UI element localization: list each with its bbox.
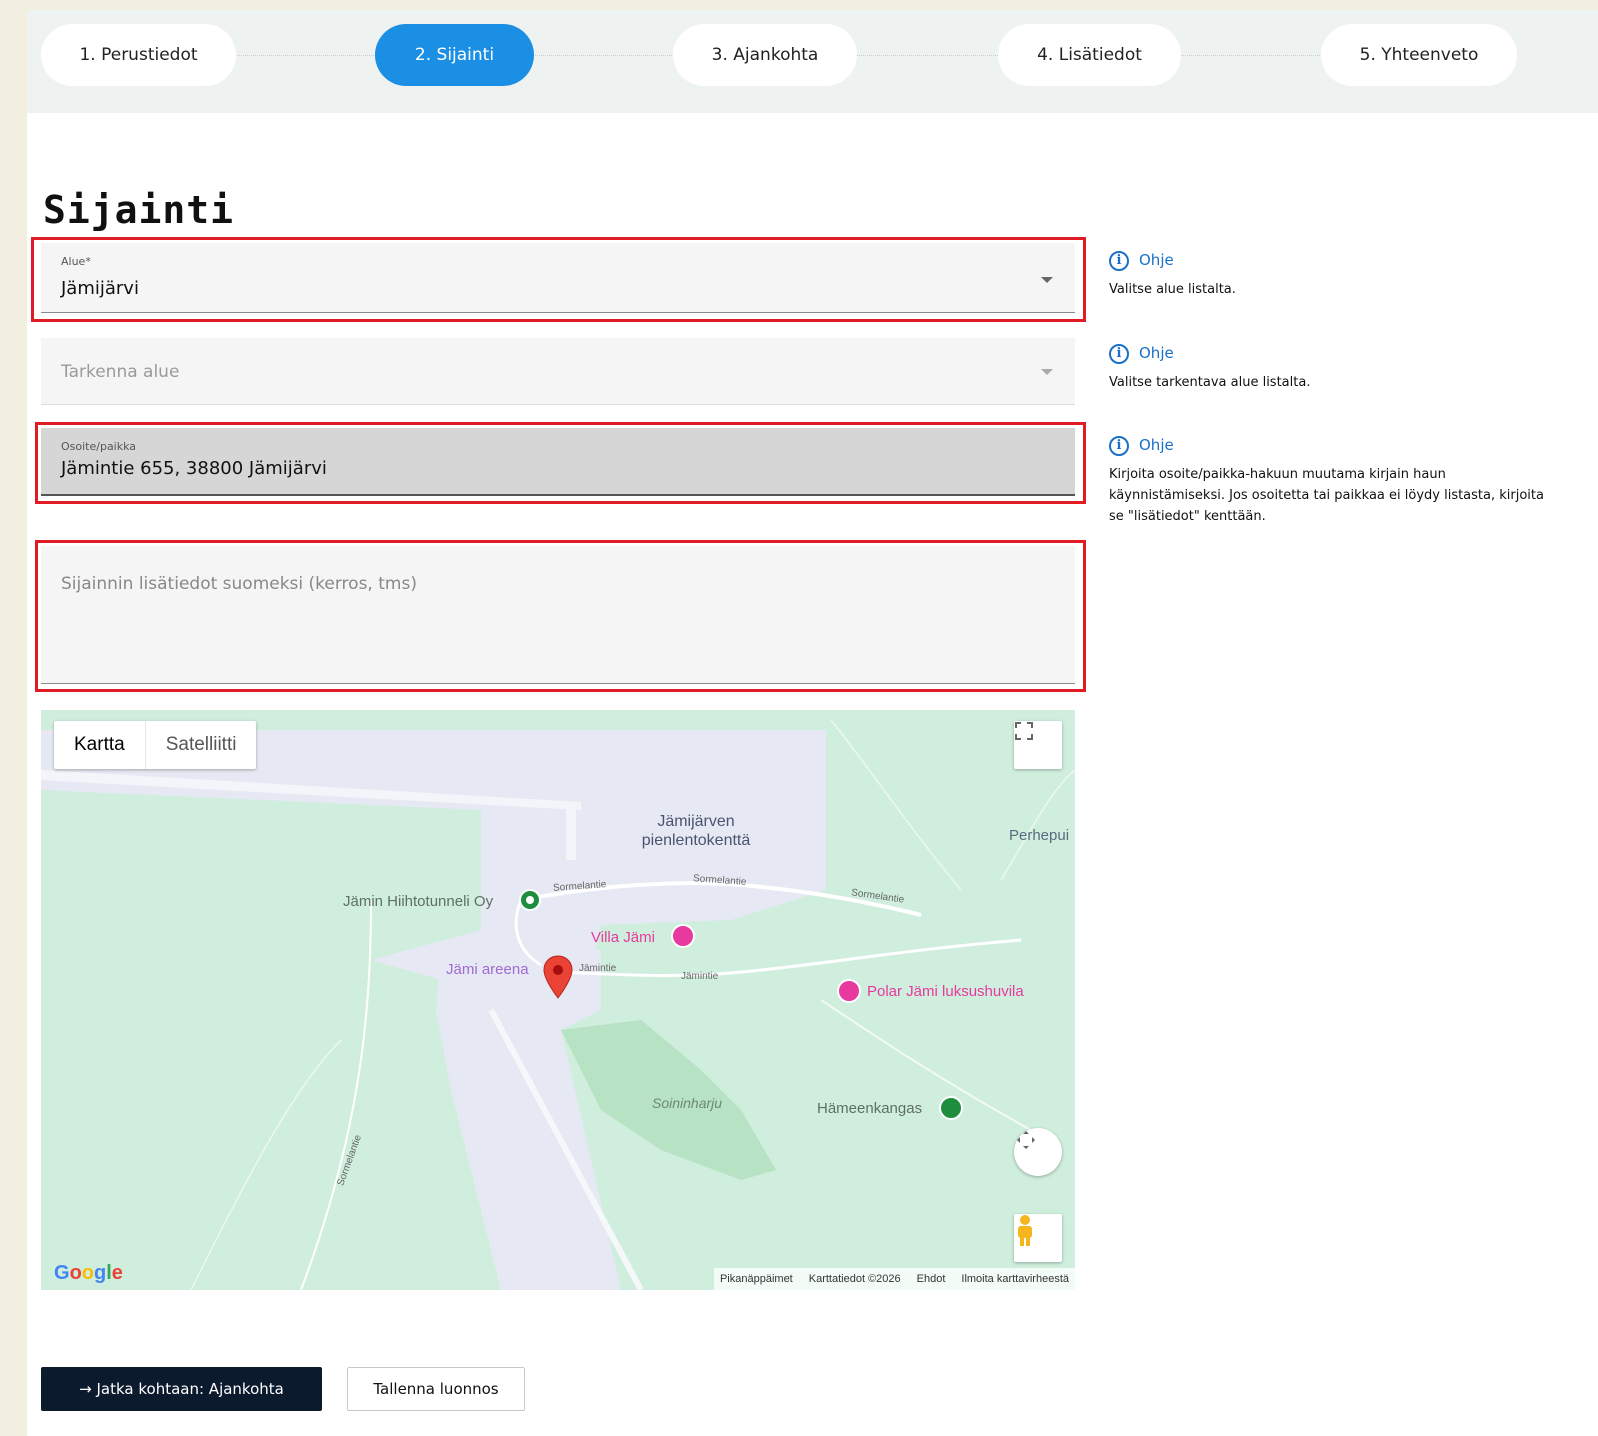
stepper: 1. Perustiedot 2. Sijainti 3. Ajankohta …: [27, 10, 1598, 113]
alue-value: Jämijärvi: [61, 278, 139, 299]
map-pan-control-icon[interactable]: [1014, 1128, 1062, 1176]
keyboard-shortcuts-link[interactable]: Pikanäppäimet: [720, 1273, 793, 1285]
help-text: Valitse tarkentava alue listalta.: [1109, 375, 1311, 390]
map-label-perhe: Perhepui: [1009, 827, 1070, 844]
save-draft-button[interactable]: Tallenna luonnos: [347, 1367, 525, 1411]
street-view-pegman-icon[interactable]: [1014, 1214, 1062, 1262]
google-logo: Google: [54, 1262, 123, 1284]
info-icon: i: [1109, 435, 1129, 456]
map-type-control: Kartta Satelliitti: [54, 721, 257, 769]
help-alue: i Ohje Valitse alue listalta.: [1109, 250, 1549, 300]
fullscreen-icon[interactable]: [1014, 721, 1062, 769]
ohje-link[interactable]: i Ohje: [1109, 435, 1549, 456]
info-icon: i: [1109, 250, 1129, 271]
map-label-hiihtotunneli: Jämin Hiihtotunneli Oy: [343, 893, 494, 910]
help-text: Valitse alue listalta.: [1109, 282, 1236, 297]
poi-tree-icon[interactable]: [939, 1096, 963, 1120]
chevron-down-icon: [1041, 369, 1053, 375]
map[interactable]: Kartta Satelliitti Jämijärven pienlentok…: [41, 710, 1075, 1290]
alue-select[interactable]: Alue* Jämijärvi: [41, 243, 1075, 313]
poi-green-icon[interactable]: [519, 889, 541, 911]
location-pin-icon[interactable]: [541, 954, 575, 1000]
page: 1. Perustiedot 2. Sijainti 3. Ajankohta …: [27, 10, 1598, 1436]
map-attribution: Pikanäppäimet Karttatiedot ©2026 Ehdot I…: [713, 1268, 1075, 1290]
chevron-down-icon: [1041, 277, 1053, 283]
tarkenna-alue-placeholder: Tarkenna alue: [61, 362, 180, 382]
terms-link[interactable]: Ehdot: [917, 1273, 946, 1285]
page-title: Sijainti: [43, 188, 235, 232]
map-label-airfield: Jämijärven pienlentokenttä: [641, 813, 751, 849]
ohje-link[interactable]: i Ohje: [1109, 343, 1549, 364]
step-perustiedot[interactable]: 1. Perustiedot: [41, 24, 236, 86]
map-label-areena: Jämi areena: [446, 961, 529, 978]
map-canvas: [41, 719, 1075, 1290]
map-label-soininharju: Soininharju: [652, 1095, 723, 1111]
step-ajankohta[interactable]: 3. Ajankohta: [673, 24, 857, 86]
alue-label: Alue*: [61, 255, 91, 268]
step-lisatiedot[interactable]: 4. Lisätiedot: [998, 24, 1181, 86]
map-label-polar: Polar Jämi luksushuvila: [867, 983, 1024, 1000]
step-yhteenveto[interactable]: 5. Yhteenveto: [1321, 24, 1517, 86]
info-icon: i: [1109, 343, 1129, 364]
osoite-value: Jämintie 655, 38800 Jämijärvi: [61, 458, 327, 479]
lisatiedot-textarea[interactable]: Sijainnin lisätiedot suomeksi (kerros, t…: [41, 546, 1075, 684]
map-label-villa: Villa Jämi: [591, 929, 655, 946]
osoite-input[interactable]: Osoite/paikka Jämintie 655, 38800 Jämijä…: [41, 428, 1075, 496]
road-label: Jämintie: [579, 963, 617, 974]
map-label-hameenkangas: Hämeenkangas: [817, 1100, 923, 1117]
map-type-map-button[interactable]: Kartta: [54, 721, 145, 769]
ohje-link[interactable]: i Ohje: [1109, 250, 1549, 271]
help-text: Kirjoita osoite/paikka-hakuun muutama ki…: [1109, 467, 1544, 524]
poi-hotel-icon[interactable]: [671, 924, 695, 948]
lisatiedot-placeholder: Sijainnin lisätiedot suomeksi (kerros, t…: [61, 574, 417, 594]
poi-hotel-icon[interactable]: [837, 979, 861, 1003]
continue-button[interactable]: → Jatka kohtaan: Ajankohta: [41, 1367, 322, 1411]
tarkenna-alue-select[interactable]: Tarkenna alue: [41, 338, 1075, 405]
map-data-text: Karttatiedot ©2026: [808, 1273, 901, 1285]
osoite-label: Osoite/paikka: [61, 440, 137, 453]
report-error-link[interactable]: Ilmoita karttavirheestä: [961, 1273, 1069, 1285]
step-sijainti[interactable]: 2. Sijainti: [375, 24, 534, 86]
road-label: Jämintie: [681, 971, 719, 982]
help-tarkenna: i Ohje Valitse tarkentava alue listalta.: [1109, 343, 1549, 393]
map-type-satellite-button[interactable]: Satelliitti: [144, 721, 257, 769]
help-osoite: i Ohje Kirjoita osoite/paikka-hakuun muut…: [1109, 435, 1549, 527]
